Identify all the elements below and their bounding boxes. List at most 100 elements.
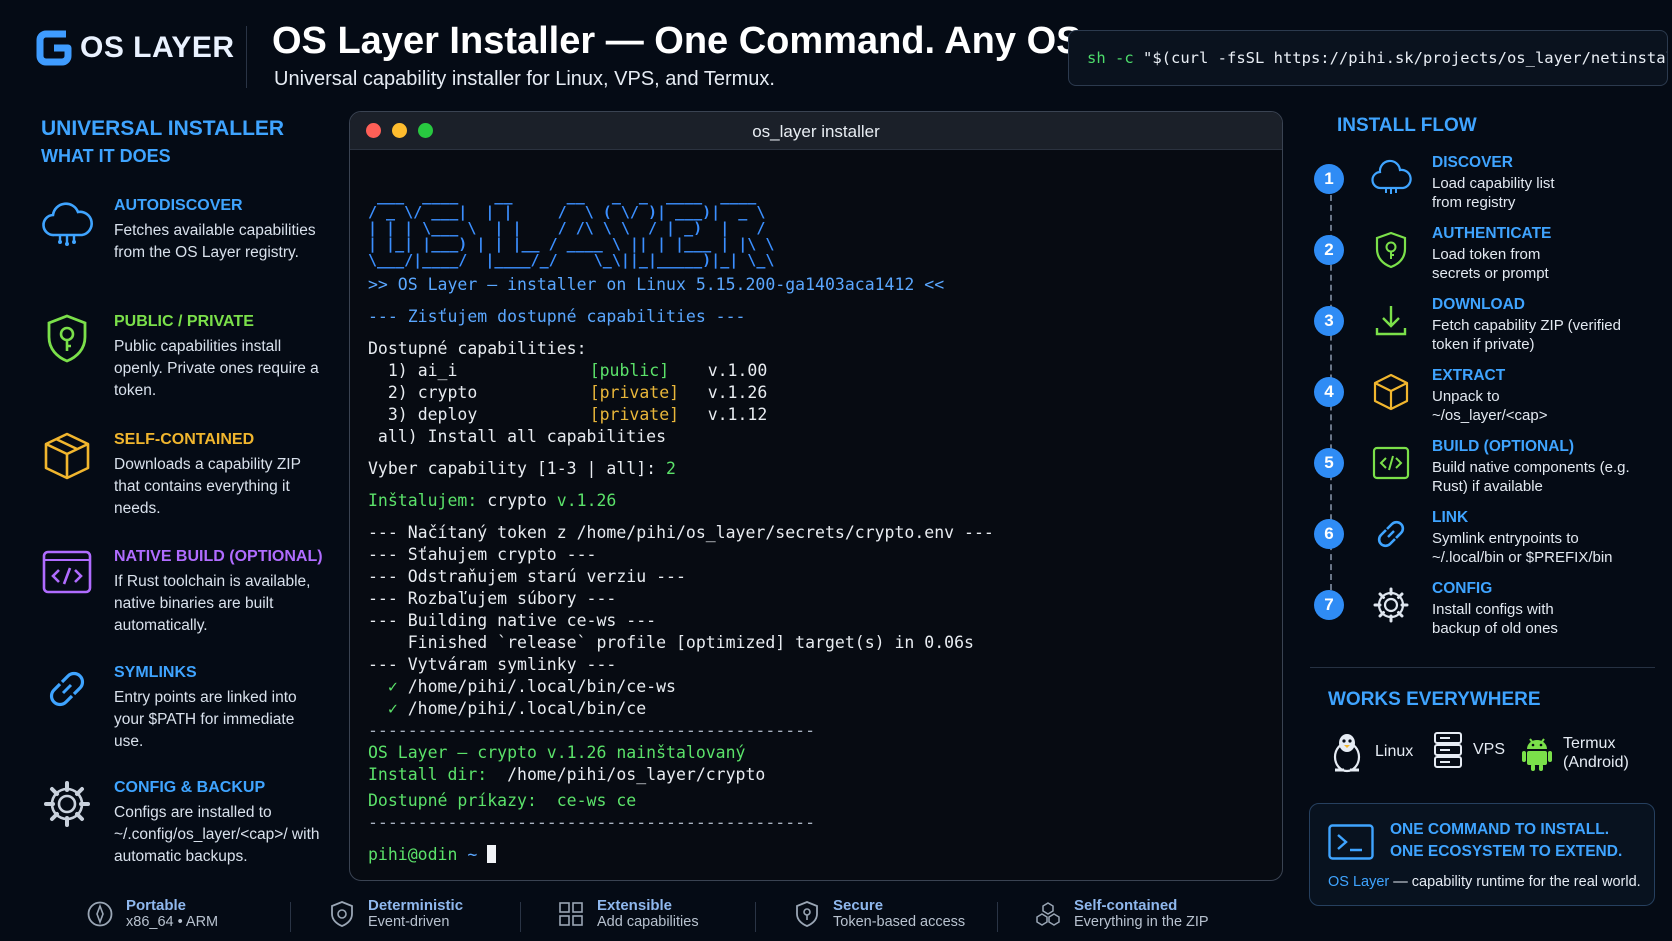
left-heading: UNIVERSAL INSTALLER xyxy=(41,117,285,140)
feature-title: CONFIG & BACKUP xyxy=(114,779,266,796)
compass-icon xyxy=(87,901,113,926)
terminal-output[interactable]: ___ ____ __ __ _ _ ____ ____ / _ \/ ___|… xyxy=(350,150,1282,880)
flow-step-config: 7 CONFIG Install configs with backup of o… xyxy=(1314,580,1664,638)
flow-step-download: 3 DOWNLOAD Fetch capability ZIP (verified… xyxy=(1314,296,1664,354)
footer-separator xyxy=(520,902,521,932)
install-flow-heading: INSTALL FLOW xyxy=(1337,115,1477,136)
feature-desc: Entry points are linked into your $PATH … xyxy=(114,689,297,750)
cta-line2: ONE ECOSYSTEM TO EXTEND. xyxy=(1390,843,1623,860)
step-number: 2 xyxy=(1314,235,1344,265)
prompt-line: Vyber capability [1-3 | all]: 2 xyxy=(368,459,676,478)
step-number: 3 xyxy=(1314,306,1344,336)
feature-desc: Fetches available capabilities from the … xyxy=(114,222,316,261)
feature-desc: Configs are installed to ~/.config/os_la… xyxy=(114,804,320,865)
step-line: Finished `release` profile [optimized] t… xyxy=(368,633,974,652)
android-icon xyxy=(1522,738,1552,771)
feature-desc: Downloads a capability ZIP that contains… xyxy=(114,456,301,517)
symlink-line: ✓ /home/pihi/.local/bin/ce-ws xyxy=(387,677,676,696)
install-dir-line: Install dir: /home/pihi/os_layer/crypto xyxy=(368,765,766,784)
terminal-window[interactable]: os_layer installer ___ ____ __ __ _ _ __… xyxy=(349,111,1283,881)
logo: OS LAYER xyxy=(36,26,235,70)
feature-title: NATIVE BUILD (OPTIONAL) xyxy=(114,548,323,565)
feature-title: SELF-CONTAINED xyxy=(114,431,255,448)
step-number: 5 xyxy=(1314,448,1344,478)
step-line: --- Odstraňujem starú verziu --- xyxy=(368,567,686,586)
terminal-title: os_layer installer xyxy=(752,122,880,141)
right-divider xyxy=(1310,667,1655,668)
left-subheading: WHAT IT DOES xyxy=(41,146,171,166)
banner-line: >> OS Layer — installer on Linux 5.15.20… xyxy=(368,275,945,294)
terminal-icon xyxy=(1328,824,1374,860)
footer-separator xyxy=(755,902,756,932)
cloud-icon xyxy=(42,202,93,246)
gear-icon xyxy=(1373,587,1409,623)
check-icon: ✓ xyxy=(387,677,398,696)
step-line: --- Rozbaľujem súbory --- xyxy=(368,589,617,608)
feature-self-contained: SELF-CONTAINED Downloads a capability ZIP… xyxy=(40,429,325,520)
shield-check-icon xyxy=(331,900,353,927)
feature-desc: If Rust toolchain is available, native b… xyxy=(114,573,311,634)
capability-row: 1) ai_i [public] v.1.00 xyxy=(387,361,768,380)
flow-step-discover: 1 DISCOVER Load capability list from regi… xyxy=(1314,154,1664,212)
rule-line: ----------------------------------------… xyxy=(368,813,816,832)
cursor xyxy=(487,845,497,863)
step-line: --- Načítaný token z /home/pihi/os_layer… xyxy=(368,523,994,542)
package-icon xyxy=(44,432,90,480)
lock-shield-icon xyxy=(796,900,818,927)
footer-secure: Secure Token-based access xyxy=(793,897,965,930)
logo-mark-icon xyxy=(36,30,72,66)
feature-autodiscover: AUTODISCOVER Fetches available capabiliti… xyxy=(40,195,325,264)
boxes-icon xyxy=(1036,901,1060,926)
flow-step-authenticate: 2 AUTHENTICATE Load token from secrets or… xyxy=(1314,225,1664,283)
works-everywhere-heading: WORKS EVERYWHERE xyxy=(1328,689,1541,710)
feature-title: PUBLIC / PRIVATE xyxy=(114,313,254,330)
cta-tagline: OS Layer — capability runtime for the re… xyxy=(1328,874,1641,890)
feature-native-build: NATIVE BUILD (OPTIONAL) If Rust toolchain… xyxy=(40,546,325,637)
flow-step-link: 6 LINK Symlink entrypoints to ~/.local/bi… xyxy=(1314,509,1664,567)
all-option: all) Install all capabilities xyxy=(368,427,667,446)
platform-vps: VPS xyxy=(1433,730,1505,770)
footer-separator xyxy=(290,902,291,932)
feature-title: AUTODISCOVER xyxy=(114,197,243,214)
available-label: Dostupné capabilities: xyxy=(368,339,587,358)
symlink-line: ✓ /home/pihi/.local/bin/ce xyxy=(387,699,647,718)
tux-icon xyxy=(1333,734,1361,773)
feature-config-backup: CONFIG & BACKUP Configs are installed to … xyxy=(40,777,325,868)
feature-public-private: PUBLIC / PRIVATE Public capabilities inst… xyxy=(40,311,325,402)
feature-symlinks: SYMLINKS Entry points are linked into you… xyxy=(40,662,325,753)
page-title: OS Layer Installer — One Command. Any OS… xyxy=(272,20,1093,62)
header-divider xyxy=(246,26,247,88)
gear-icon xyxy=(44,781,90,827)
step-line: --- Building native ce-ws --- xyxy=(368,611,657,630)
rule-line: ----------------------------------------… xyxy=(368,721,816,740)
cta-line1: ONE COMMAND TO INSTALL. xyxy=(1390,821,1609,838)
package-icon xyxy=(1373,373,1409,411)
puzzle-icon xyxy=(559,901,583,926)
server-icon xyxy=(1434,732,1462,768)
shield-key-icon xyxy=(1375,231,1407,269)
done-line: OS Layer — crypto v.1.26 nainštalovaný xyxy=(368,743,746,762)
step-number: 4 xyxy=(1314,377,1344,407)
step-line: --- Sťahujem crypto --- xyxy=(368,545,597,564)
step-number: 6 xyxy=(1314,519,1344,549)
discover-line: --- Zisťujem dostupné capabilities --- xyxy=(368,307,746,326)
link-icon xyxy=(1377,520,1405,548)
step-line: --- Vytváram symlinky --- xyxy=(368,655,617,674)
step-number: 7 xyxy=(1314,590,1344,620)
footer-extensible: Extensible Add capabilities xyxy=(557,897,699,930)
ascii-banner: ___ ____ __ __ _ _ ____ ____ / _ \/ ___|… xyxy=(368,187,775,269)
footer-portable: Portable x86_64 • ARM xyxy=(86,897,218,930)
install-command-text[interactable]: sh -c "$(curl -fsSL https://pihi.sk/proj… xyxy=(1087,49,1667,67)
footer-separator xyxy=(997,902,998,932)
cloud-icon xyxy=(1371,159,1412,194)
shell-prompt[interactable]: pihi@odin ~ xyxy=(368,844,1264,866)
flow-step-extract: 4 EXTRACT Unpack to ~/os_layer/<cap> xyxy=(1314,367,1664,425)
installing-line: Inštalujem: crypto v.1.26 xyxy=(368,491,617,510)
capability-row: 2) crypto [private] v.1.26 xyxy=(387,383,768,402)
step-number: 1 xyxy=(1314,164,1344,194)
footer-self-contained: Self-contained Everything in the ZIP xyxy=(1034,897,1209,930)
platform-termux: Termux (Android) xyxy=(1521,734,1643,772)
code-icon xyxy=(42,550,92,594)
check-icon: ✓ xyxy=(387,699,398,718)
install-command-box[interactable]: sh -c "$(curl -fsSL https://pihi.sk/proj… xyxy=(1068,30,1668,86)
